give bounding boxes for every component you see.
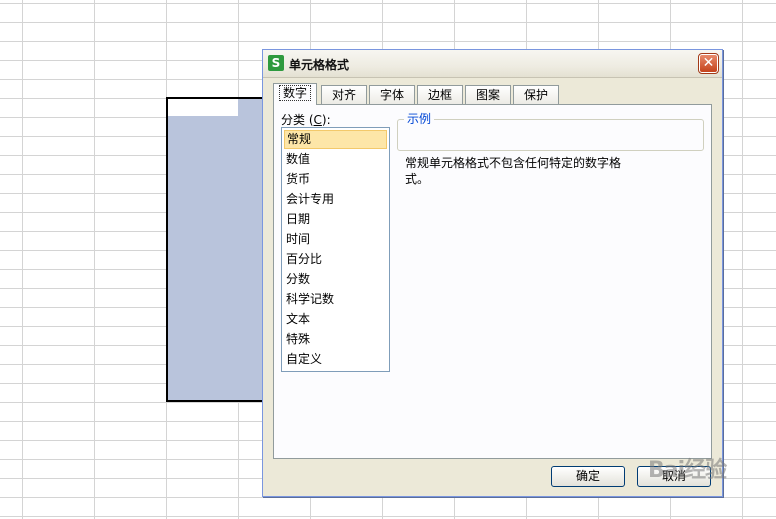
cell-selection-range[interactable]: [166, 97, 266, 402]
category-item-number[interactable]: 数值: [284, 150, 387, 169]
category-item-accounting[interactable]: 会计专用: [284, 190, 387, 209]
wps-app-icon: S: [268, 55, 284, 71]
tab-border[interactable]: 边框: [417, 85, 463, 104]
dialog-title: 单元格格式: [289, 58, 350, 72]
ok-button[interactable]: 确定: [551, 466, 625, 487]
tab-font[interactable]: 字体: [369, 85, 415, 104]
number-tab-panel: 分类 (C): 常规 数值 货币 会计专用 日期 时间 百分比 分数 科学记数 …: [273, 104, 712, 459]
category-item-general[interactable]: 常规: [284, 130, 387, 149]
sample-label: 示例: [404, 110, 435, 127]
category-item-currency[interactable]: 货币: [284, 170, 387, 189]
close-icon: ✕: [702, 55, 715, 71]
category-item-percentage[interactable]: 百分比: [284, 250, 387, 269]
tab-pattern[interactable]: 图案: [465, 85, 511, 104]
category-item-text[interactable]: 文本: [284, 310, 387, 329]
watermark: Bai经验: [648, 458, 727, 483]
tab-protection[interactable]: 保护: [513, 85, 559, 104]
format-cells-dialog: S 单元格格式 ✕ 数字 对齐 字体 边框 图案 保护 分类 (C): 常规 数…: [262, 49, 723, 497]
tab-alignment[interactable]: 对齐: [321, 85, 367, 104]
dialog-titlebar[interactable]: S 单元格格式 ✕: [263, 50, 722, 78]
category-label: 分类 (C):: [281, 113, 331, 127]
format-description: 常规单元格格式不包含任何特定的数字格式。: [405, 156, 622, 186]
active-cell[interactable]: [168, 99, 238, 116]
category-item-fraction[interactable]: 分数: [284, 270, 387, 289]
category-item-custom[interactable]: 自定义: [284, 350, 387, 369]
category-item-date[interactable]: 日期: [284, 210, 387, 229]
close-button[interactable]: ✕: [698, 53, 719, 74]
category-list[interactable]: 常规 数值 货币 会计专用 日期 时间 百分比 分数 科学记数 文本 特殊 自定…: [281, 127, 390, 372]
category-item-time[interactable]: 时间: [284, 230, 387, 249]
category-item-scientific[interactable]: 科学记数: [284, 290, 387, 309]
tab-number[interactable]: 数字: [273, 83, 317, 105]
sample-preview-box: [397, 119, 704, 151]
category-item-special[interactable]: 特殊: [284, 330, 387, 349]
